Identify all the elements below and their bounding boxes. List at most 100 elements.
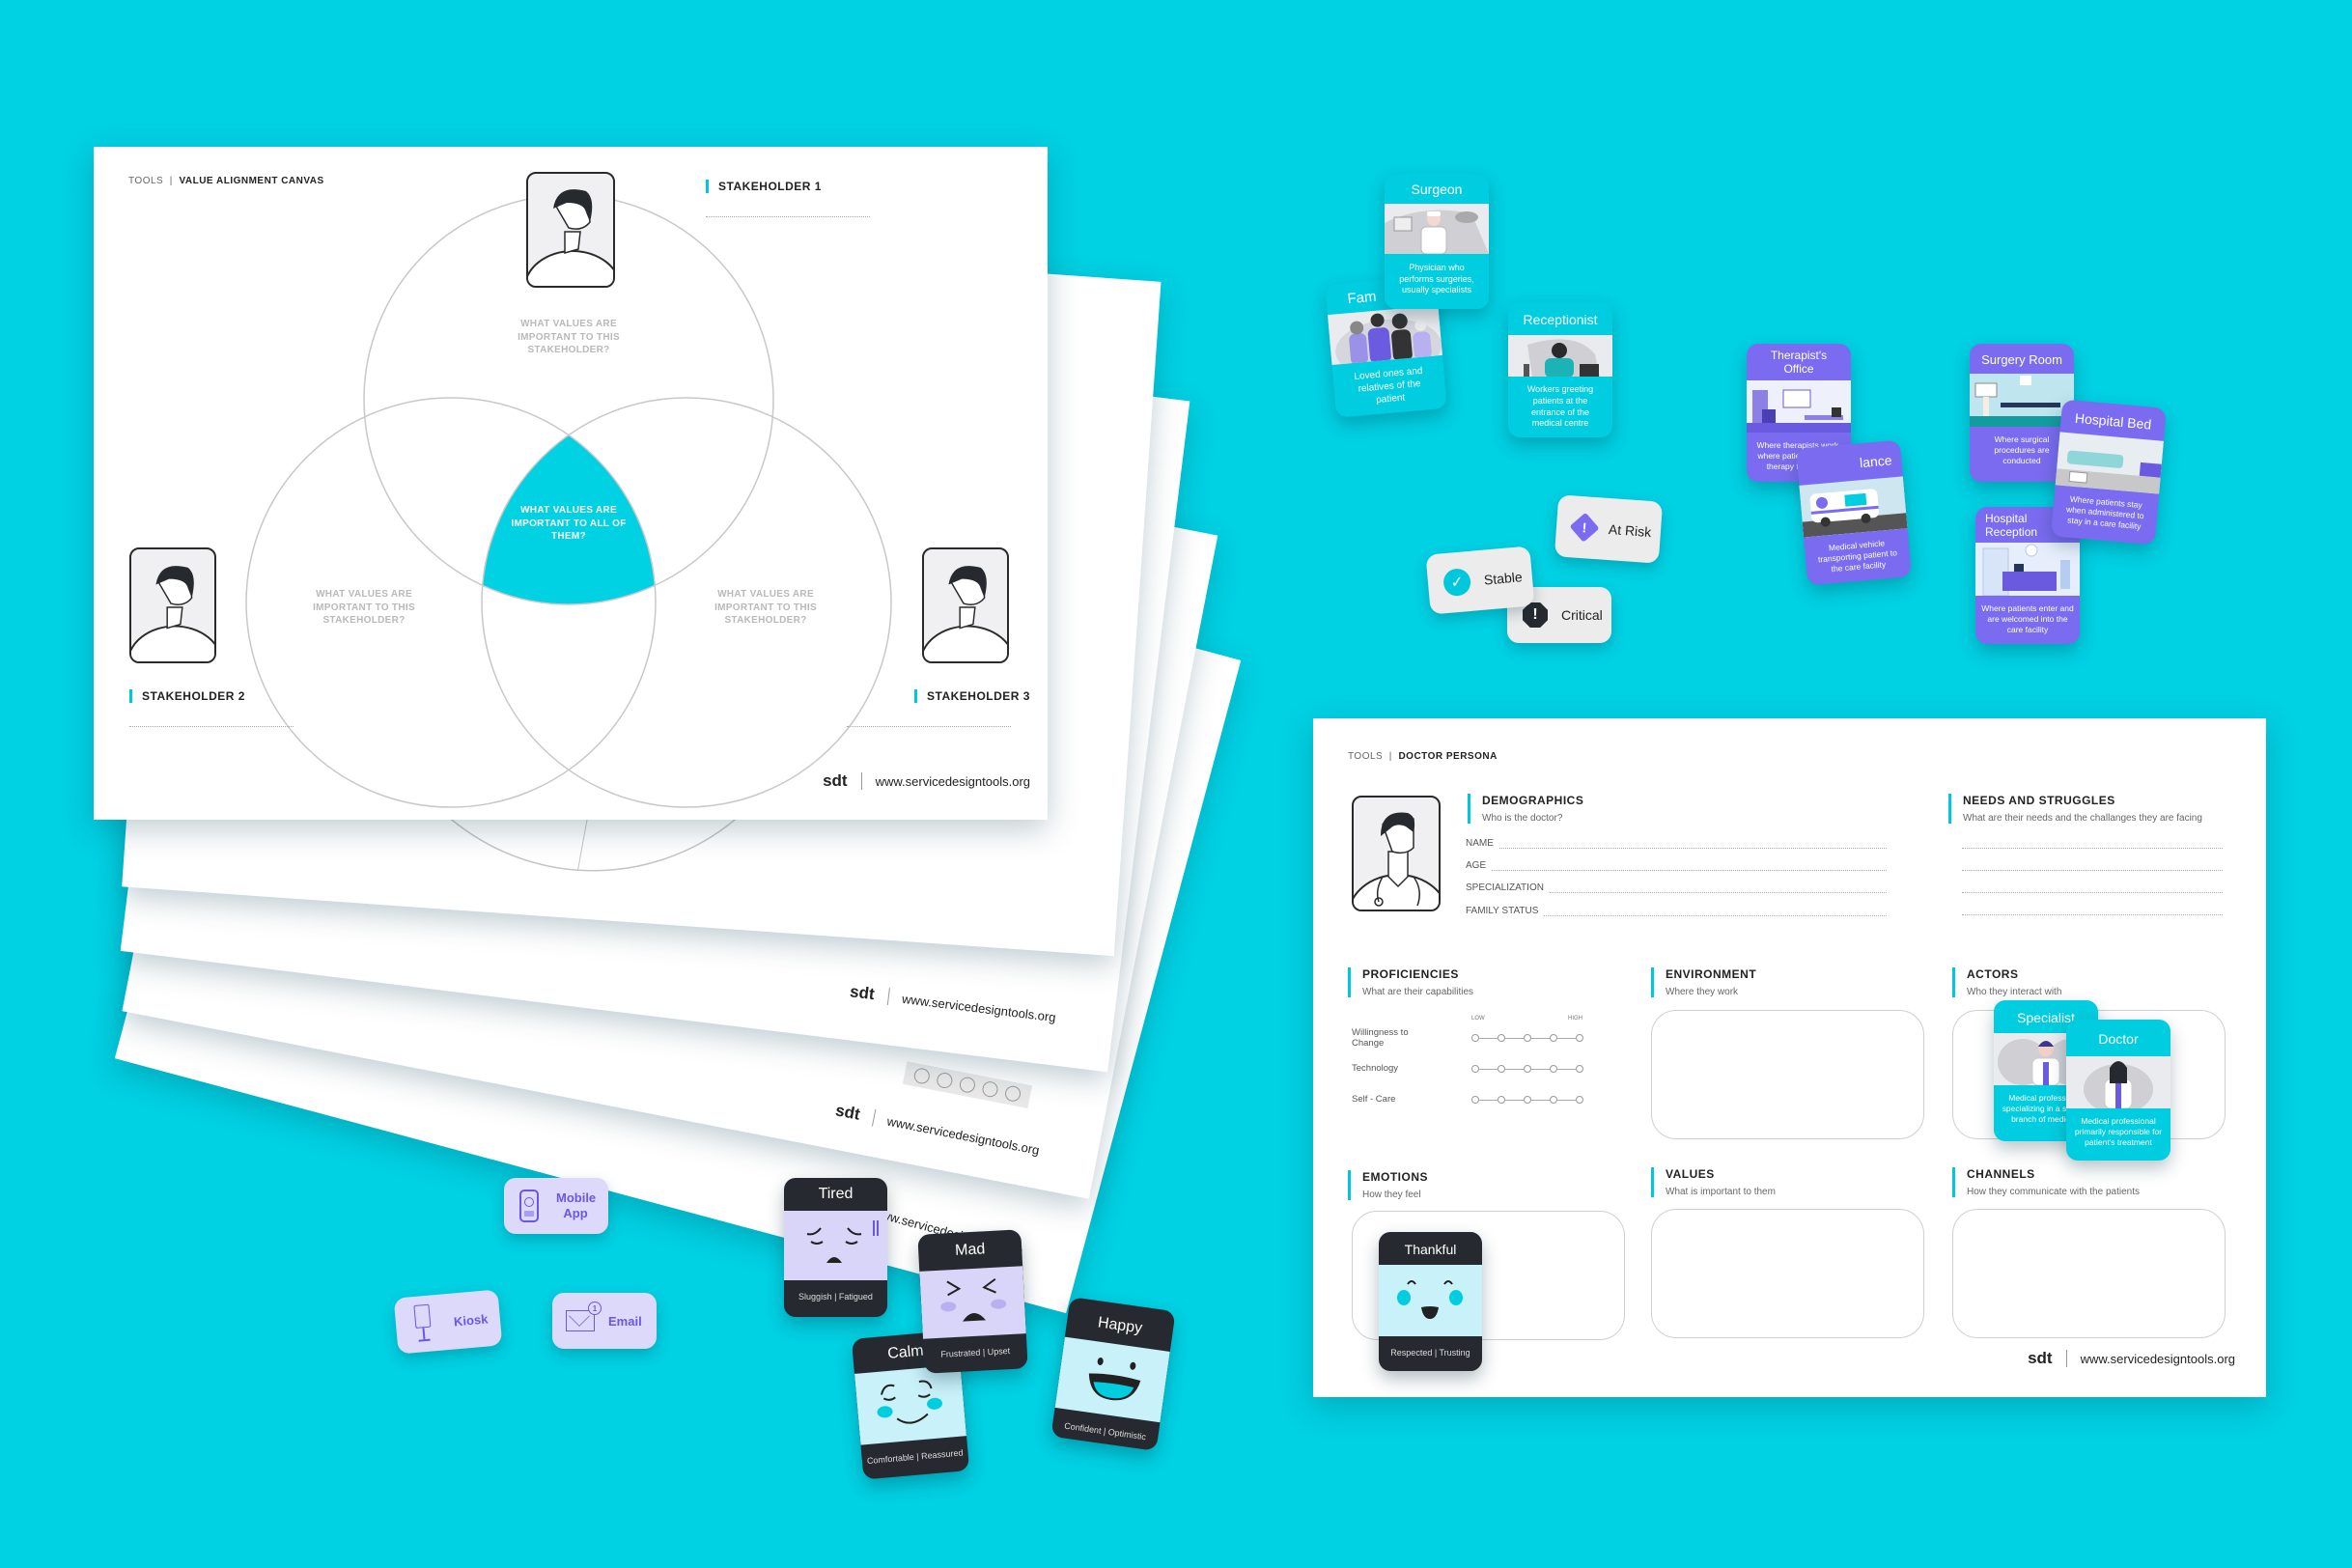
website-link[interactable]: www.servicedesigntools.org: [886, 1113, 1041, 1157]
location-card-ambulance[interactable]: lance Medical vehicle transporting patie…: [1796, 439, 1912, 586]
status-label: At Risk: [1608, 521, 1652, 541]
stakeholder-1-question: WHAT VALUES ARE IMPORTANT TO THIS STAKEH…: [518, 319, 620, 355]
stakeholder-2-question: WHAT VALUES ARE IMPORTANT TO THIS STAKEH…: [313, 589, 415, 626]
channel-chip-email[interactable]: 1 Email: [552, 1293, 657, 1349]
field-label: AGE: [1466, 860, 1487, 871]
kiosk-icon: [413, 1303, 432, 1344]
mobile-app-icon: [519, 1190, 539, 1222]
actor-card-doctor[interactable]: Doctor Medical professional primarily re…: [2066, 1020, 2170, 1161]
card-description: Workers greeting patients at the entranc…: [1526, 384, 1594, 429]
actor-card-surgeon[interactable]: Surgeon Physician who performs surgeries…: [1385, 174, 1489, 309]
section-subheading: Where they work: [1666, 987, 1739, 997]
scale-high-label: HIGH: [1568, 1016, 1582, 1022]
persona-footer: sdt www.servicedesigntools.org: [2028, 1349, 2235, 1368]
emotion-card-thankful[interactable]: Thankful Respected | Trusting: [1379, 1232, 1482, 1371]
emotion-title: Thankful: [1404, 1242, 1457, 1257]
proficiency-scale-willingness[interactable]: [1471, 1034, 1583, 1042]
stakeholder-1-input[interactable]: [706, 216, 870, 217]
section-subheading: Who is the doctor?: [1482, 813, 1563, 824]
field-name[interactable]: NAME: [1466, 838, 1887, 849]
field-label: SPECIALIZATION: [1466, 882, 1544, 893]
doctor-avatar: [1352, 796, 1441, 911]
needs-line[interactable]: [1962, 892, 2223, 893]
section-heading: ACTORS: [1967, 967, 2019, 981]
website-link[interactable]: www.servicedesigntools.org: [901, 991, 1056, 1023]
card-description: Medical vehicle transporting patient to …: [1817, 538, 1898, 574]
section-heading: DEMOGRAPHICS: [1482, 794, 1584, 807]
persona-title: DOCTOR PERSONA: [1398, 751, 1498, 762]
sdt-logo: sdt: [2028, 1349, 2053, 1367]
calm-face-icon: [854, 1364, 967, 1445]
stakeholder-2-input[interactable]: [129, 726, 294, 727]
status-chip-at-risk[interactable]: ! At Risk: [1554, 494, 1664, 564]
value-alignment-canvas: TOOLS | VALUE ALIGNMENT CANVAS STAKEHOLD…: [94, 147, 1048, 820]
thankful-face-icon: [1379, 1265, 1482, 1336]
status-chip-stable[interactable]: ✓ Stable: [1425, 546, 1535, 615]
emotion-card-tired[interactable]: Tired Sluggish | Fatigued: [784, 1178, 887, 1317]
demographics-section: DEMOGRAPHICS Who is the doctor?: [1468, 794, 1583, 824]
section-heading: PROFICIENCIES: [1362, 967, 1459, 981]
divider: [886, 988, 890, 1006]
label-text: STAKEHOLDER 3: [927, 689, 1030, 703]
section-subheading: How they communicate with the patients: [1967, 1187, 2140, 1197]
tired-face-icon: [784, 1211, 887, 1280]
needs-line[interactable]: [1962, 848, 2223, 849]
channel-chip-kiosk[interactable]: Kiosk: [393, 1289, 503, 1355]
email-icon: 1: [566, 1302, 602, 1331]
channel-label: Kiosk: [453, 1310, 489, 1329]
stakeholder-3-input[interactable]: [847, 726, 1011, 727]
values-section: VALUES What is important to them: [1651, 1167, 1776, 1197]
needs-line[interactable]: [1962, 914, 2223, 915]
scale-low-label: LOW: [1471, 1016, 1485, 1022]
proficiencies-section: PROFICIENCIES What are their capabilitie…: [1348, 967, 1473, 997]
proficiency-scale-technology[interactable]: [1471, 1065, 1583, 1073]
field-specialization[interactable]: SPECIALIZATION: [1466, 882, 1887, 893]
label-text: STAKEHOLDER 1: [718, 180, 822, 193]
proficiency-scale-self-care[interactable]: [1471, 1096, 1583, 1104]
surgery-room-illustration: [1970, 374, 2074, 427]
canvas-footer: sdt www.servicedesigntools.org: [823, 771, 1030, 791]
divider: [860, 772, 862, 790]
emotion-title: Mad: [954, 1241, 986, 1259]
environment-box[interactable]: [1651, 1010, 1924, 1139]
doctor-illustration: [2066, 1056, 2170, 1108]
needs-line[interactable]: [1962, 870, 2223, 871]
field-age[interactable]: AGE: [1466, 860, 1887, 871]
persona-header: TOOLS | DOCTOR PERSONA: [1348, 751, 1498, 762]
center-question: WHAT VALUES ARE IMPORTANT TO ALL OF THEM…: [511, 505, 627, 542]
sdt-logo: sdt: [823, 771, 848, 790]
website-link[interactable]: www.servicedesigntools.org: [2081, 1352, 2235, 1366]
label-text: STAKEHOLDER 2: [142, 689, 245, 703]
card-title: Surgery Room: [1981, 352, 2062, 367]
proficiency-label: Self - Care: [1352, 1094, 1396, 1105]
field-label: FAMILY STATUS: [1466, 906, 1539, 916]
location-card-hospital-bed[interactable]: Hospital Bed Where patients stay when ad…: [2051, 399, 2167, 546]
card-title: Receptionist: [1523, 312, 1598, 327]
person-icon: [131, 566, 214, 661]
person-icon: [924, 566, 1007, 661]
emotion-title: Tired: [818, 1186, 854, 1202]
sheet-footer: sdt www.servicedesigntools.org: [834, 1101, 1042, 1160]
stakeholder-3-avatar: [922, 547, 1009, 663]
ambulance-illustration: [1799, 476, 1908, 538]
warning-diamond-icon: !: [1569, 512, 1600, 543]
emotion-footer: Sluggish | Fatigued: [798, 1292, 873, 1302]
happy-face-icon: [1054, 1336, 1170, 1423]
section-heading: VALUES: [1666, 1167, 1715, 1181]
emotion-card-happy[interactable]: Happy Confident | Optimistic: [1050, 1297, 1176, 1451]
section-heading: EMOTIONS: [1362, 1170, 1429, 1184]
channel-label: Mobile App: [556, 1190, 597, 1220]
sheet-footer: sdt www.servicedesigntools.org: [849, 982, 1057, 1026]
values-box[interactable]: [1651, 1209, 1924, 1338]
channel-chip-mobile-app[interactable]: Mobile App: [504, 1178, 608, 1234]
emotion-card-mad[interactable]: Mad Frustrated | Upset: [917, 1229, 1028, 1374]
alert-octagon-icon: !: [1523, 602, 1548, 628]
check-circle-icon: ✓: [1442, 567, 1472, 598]
card-description: Medical professional primarily responsib…: [2074, 1116, 2163, 1148]
actor-card-receptionist[interactable]: Receptionist Workers greeting patients a…: [1508, 302, 1612, 437]
sdt-logo: sdt: [849, 982, 876, 1004]
field-family-status[interactable]: FAMILY STATUS: [1466, 906, 1887, 916]
website-link[interactable]: www.servicedesigntools.org: [876, 774, 1030, 789]
channels-box[interactable]: [1952, 1209, 2226, 1338]
stakeholder-3-label: STAKEHOLDER 3: [914, 689, 1030, 703]
